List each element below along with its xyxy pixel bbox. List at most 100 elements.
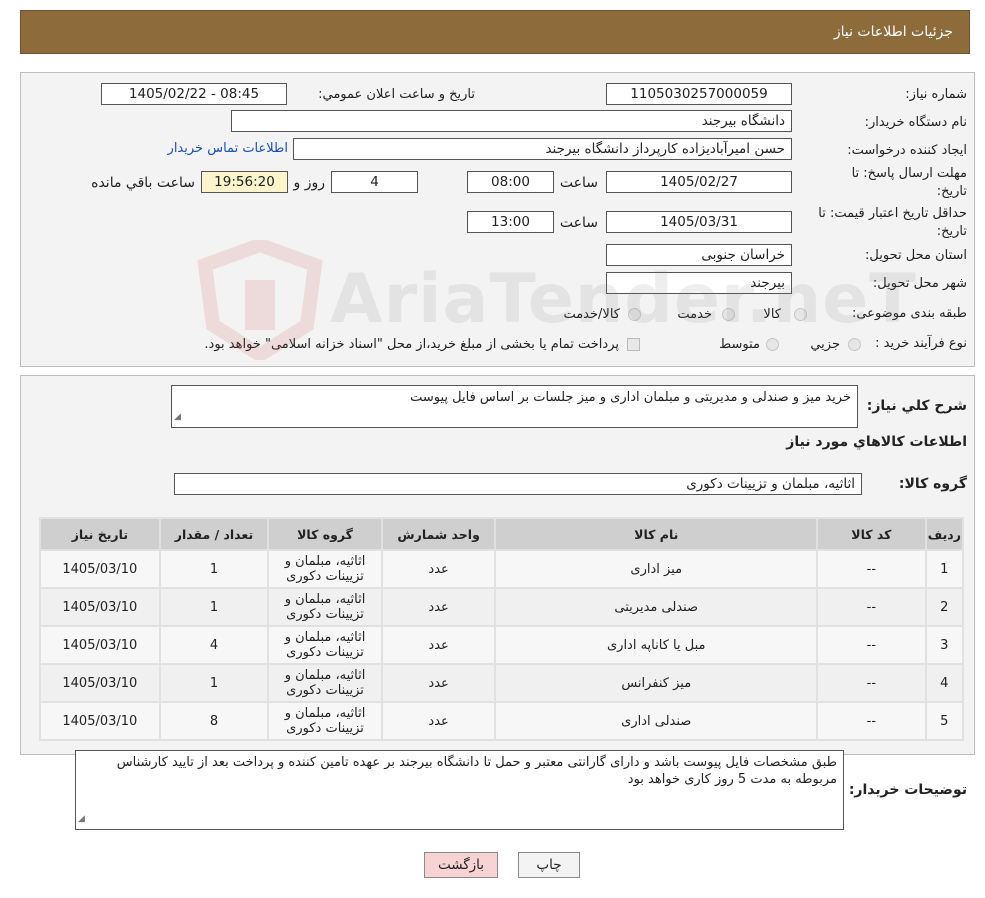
city-field[interactable]: بیرجند	[606, 272, 792, 294]
cell-quantity: 1	[160, 551, 268, 587]
category-option-service: خدمت	[677, 307, 712, 322]
table-row[interactable]: 3 -- مبل یا کاناپه اداری عدد اثاثیه، مبل…	[41, 627, 962, 663]
category-option-goods: کالا	[763, 307, 781, 322]
cell-row-number: 1	[926, 551, 962, 587]
summary-label: شرح کلي نیاز:	[866, 398, 967, 414]
cell-name: میز کنفرانس	[496, 665, 817, 701]
col-header-group: گروه کالا	[269, 519, 381, 549]
cell-need-date: 1405/03/10	[41, 703, 159, 739]
cell-name: مبل یا کاناپه اداری	[496, 627, 817, 663]
table-row[interactable]: 2 -- صندلی مدیریتی عدد اثاثیه، مبلمان و …	[41, 589, 962, 625]
cell-group: اثاثیه، مبلمان و تزیینات دکوری	[269, 589, 381, 625]
process-radio-minor[interactable]	[848, 338, 861, 351]
col-header-row-number: ردیف	[926, 519, 962, 549]
province-field[interactable]: خراسان جنوبی	[606, 244, 792, 266]
category-radio-service[interactable]	[722, 308, 735, 321]
buyer-org-label: نام دستگاه خریدار:	[864, 115, 967, 130]
goods-group-field[interactable]: اثاثیه، مبلمان و تزیینات دکوری	[174, 473, 862, 495]
goods-info-title: اطلاعات کالاهاي مورد نیاز	[786, 434, 967, 450]
process-option-medium: متوسط	[719, 337, 760, 352]
cell-name: صندلی اداری	[496, 703, 817, 739]
need-number-label: شماره نیاز:	[905, 87, 967, 102]
city-label: شهر محل تحویل:	[872, 276, 967, 291]
cell-name: صندلی مدیریتی	[496, 589, 817, 625]
print-button[interactable]: چاپ	[518, 852, 580, 878]
validity-time-field[interactable]: 13:00	[467, 211, 554, 233]
back-button[interactable]: بازگشت	[424, 852, 498, 878]
table-row[interactable]: 1 -- میز اداری عدد اثاثیه، مبلمان و تزیی…	[41, 551, 962, 587]
cell-name: میز اداری	[496, 551, 817, 587]
col-header-unit: واحد شمارش	[382, 519, 495, 549]
category-option-goods-service: کالا/خدمت	[563, 307, 620, 322]
cell-quantity: 4	[160, 627, 268, 663]
buyer-contact-link[interactable]: اطلاعات تماس خریدار	[168, 141, 288, 156]
treasury-payment-checkbox[interactable]	[627, 338, 640, 351]
validity-date-field[interactable]: 1405/03/31	[606, 211, 792, 233]
cell-row-number: 5	[926, 703, 962, 739]
cell-unit: عدد	[382, 665, 495, 701]
process-type-label: نوع فرآیند خرید :	[875, 336, 967, 351]
category-label: طبقه بندی موضوعی:	[851, 306, 967, 321]
deadline-time-field[interactable]: 08:00	[467, 171, 554, 193]
page-title: جزئیات اطلاعات نیاز	[833, 24, 953, 40]
announce-label: تاریخ و ساعت اعلان عمومي:	[318, 87, 475, 102]
days-label: روز و	[293, 175, 326, 191]
cell-group: اثاثیه، مبلمان و تزیینات دکوری	[269, 627, 381, 663]
buyer-notes-label: توضیحات خریدار:	[848, 782, 967, 798]
cell-unit: عدد	[382, 703, 495, 739]
validity-time-label: ساعت	[559, 215, 598, 231]
category-radio-goods[interactable]	[794, 308, 807, 321]
category-radio-goods-service[interactable]	[628, 308, 641, 321]
price-validity-label: حداقل تاریخ اعتبار قیمت: تا	[818, 206, 967, 221]
col-header-quantity: تعداد / مقدار	[160, 519, 268, 549]
buyer-notes-textarea[interactable]: طبق مشخصات فایل پیوست باشد و دارای گاران…	[75, 750, 844, 830]
cell-code: --	[818, 665, 925, 701]
buyer-org-field[interactable]: دانشگاه بیرجند	[231, 110, 792, 132]
province-label: استان محل تحویل:	[865, 248, 967, 263]
table-row[interactable]: 5 -- صندلی اداری عدد اثاثیه، مبلمان و تز…	[41, 703, 962, 739]
summary-text: خرید میز و صندلی و مدیریتی و مبلمان ادار…	[410, 390, 851, 405]
goods-group-label: گروه کالا:	[898, 476, 967, 492]
days-remaining-field[interactable]: 4	[331, 171, 418, 193]
deadline-date-field[interactable]: 1405/02/27	[606, 171, 792, 193]
col-header-name: نام کالا	[496, 519, 817, 549]
resize-grip-icon[interactable]: ◢	[174, 409, 181, 426]
remaining-time-field[interactable]: 19:56:20	[201, 171, 288, 193]
cell-need-date: 1405/03/10	[41, 551, 159, 587]
cell-group: اثاثیه، مبلمان و تزیینات دکوری	[269, 703, 381, 739]
buyer-notes-text: طبق مشخصات فایل پیوست باشد و دارای گاران…	[116, 755, 837, 787]
cell-need-date: 1405/03/10	[41, 589, 159, 625]
resize-grip-icon[interactable]: ◢	[78, 811, 85, 828]
process-option-minor: جزیي	[810, 337, 840, 352]
cell-need-date: 1405/03/10	[41, 627, 159, 663]
announce-field[interactable]: 1405/02/22 - 08:45	[101, 83, 287, 105]
cell-unit: عدد	[382, 551, 495, 587]
cell-group: اثاثیه، مبلمان و تزیینات دکوری	[269, 665, 381, 701]
cell-code: --	[818, 703, 925, 739]
remaining-time-label: ساعت باقي مانده	[91, 175, 195, 191]
cell-quantity: 8	[160, 703, 268, 739]
cell-quantity: 1	[160, 589, 268, 625]
col-header-need-date: تاریخ نیاز	[41, 519, 159, 549]
cell-code: --	[818, 627, 925, 663]
summary-textarea[interactable]: خرید میز و صندلی و مدیریتی و مبلمان ادار…	[171, 385, 858, 428]
table-row[interactable]: 4 -- میز کنفرانس عدد اثاثیه، مبلمان و تز…	[41, 665, 962, 701]
deadline-label-date: تاریخ:	[936, 184, 967, 199]
cell-row-number: 3	[926, 627, 962, 663]
page-header: جزئیات اطلاعات نیاز	[20, 10, 970, 54]
deadline-label: مهلت ارسال پاسخ: تا	[851, 166, 967, 181]
cell-unit: عدد	[382, 589, 495, 625]
cell-row-number: 4	[926, 665, 962, 701]
cell-row-number: 2	[926, 589, 962, 625]
cell-group: اثاثیه، مبلمان و تزیینات دکوری	[269, 551, 381, 587]
need-number-field[interactable]: 1105030257000059	[606, 83, 792, 105]
creator-label: ایجاد کننده درخواست:	[847, 143, 967, 158]
creator-field[interactable]: حسن امیرآبادیزاده کارپرداز دانشگاه بیرجن…	[293, 138, 792, 160]
cell-unit: عدد	[382, 627, 495, 663]
cell-need-date: 1405/03/10	[41, 665, 159, 701]
process-radio-medium[interactable]	[766, 338, 779, 351]
payment-note: پرداخت تمام یا بخشی از مبلغ خرید،از محل …	[204, 337, 619, 352]
table-header-row: ردیف کد کالا نام کالا واحد شمارش گروه کا…	[41, 519, 962, 549]
goods-table: ردیف کد کالا نام کالا واحد شمارش گروه کا…	[39, 517, 964, 741]
price-validity-label-date: تاریخ:	[936, 224, 967, 239]
